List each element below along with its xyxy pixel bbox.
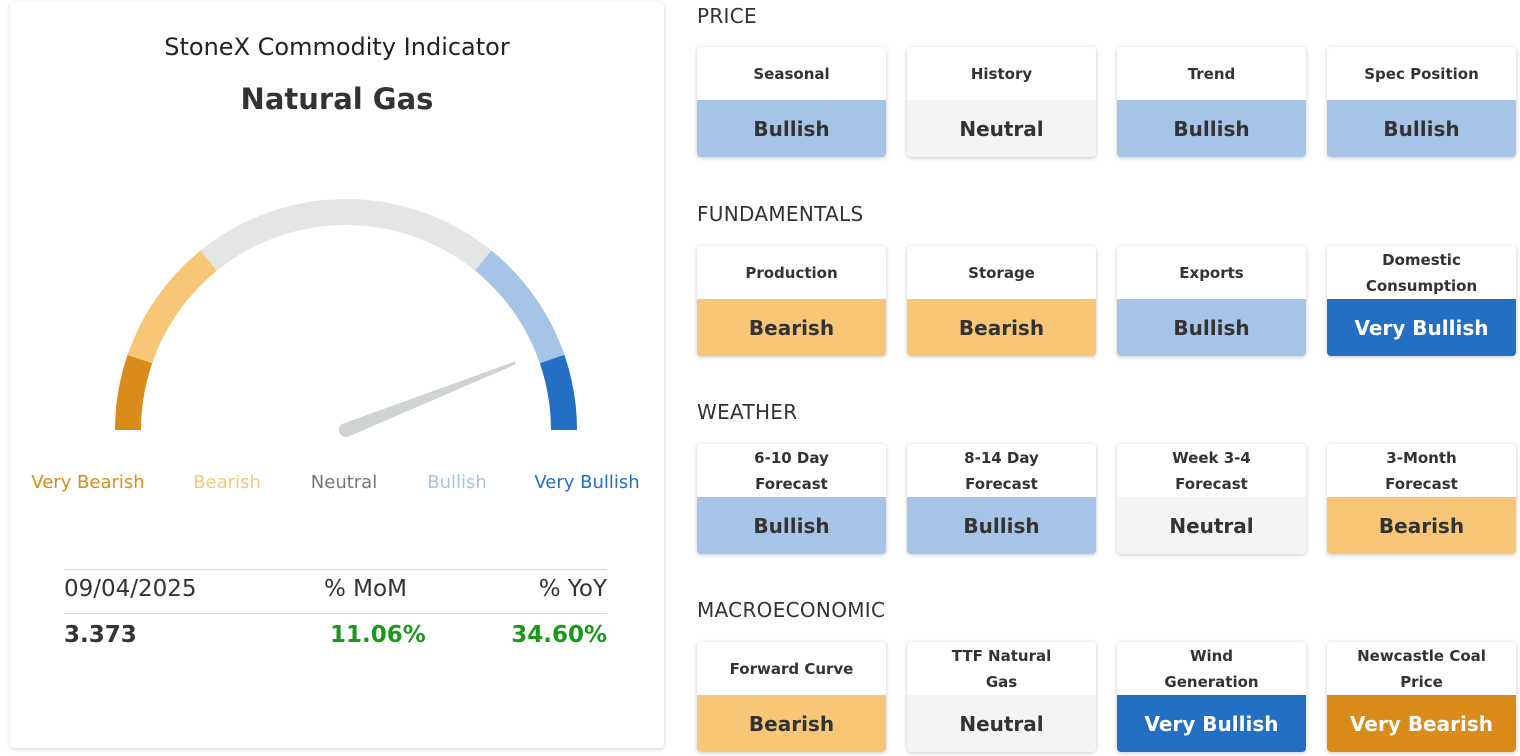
tile-exports: Exports Bullish [1117, 246, 1306, 356]
tile-8-14-day-forecast: 8-14 Day Forecast Bullish [907, 444, 1096, 554]
tile-trend: Trend Bullish [1117, 47, 1306, 157]
tile-status: Bullish [1117, 100, 1306, 157]
section-title: FUNDAMENTALS [697, 202, 864, 226]
stats-yoy-label: % YoY [538, 576, 607, 602]
gauge-segment-very-bullish [539, 354, 577, 431]
stats-top-divider [64, 569, 607, 570]
tile-label: Domestic Consumption [1365, 250, 1478, 295]
tile-forward-curve: Forward Curve Bearish [697, 642, 886, 752]
stats-mid-divider [64, 613, 607, 614]
tile-label: 3-Month Forecast [1385, 448, 1458, 493]
tile-status: Very Bullish [1327, 299, 1516, 356]
tile-storage: Storage Bearish [907, 246, 1096, 356]
legend-neutral: Neutral [310, 472, 378, 493]
tile-week-3-4-forecast: Week 3-4 Forecast Neutral [1117, 444, 1306, 554]
gauge-segment-neutral [200, 199, 492, 271]
section-title: PRICE [697, 4, 757, 28]
legend-bearish: Bearish [193, 472, 261, 493]
stats-date: 09/04/2025 [64, 576, 197, 602]
stats-mom-label: % MoM [324, 576, 407, 602]
section-title: WEATHER [697, 400, 798, 424]
tile-label: Forward Curve [729, 659, 854, 678]
stats-yoy-value: 34.60% [511, 622, 607, 648]
tile-label: 6-10 Day Forecast [754, 448, 829, 493]
tile-domestic-consumption: Domestic Consumption Very Bullish [1327, 246, 1516, 356]
tile-ttf-natural-gas: TTF Natural Gas Neutral [907, 642, 1096, 752]
stats-price: 3.373 [64, 622, 137, 648]
tile-status: Bearish [697, 695, 886, 752]
tile-status: Bearish [697, 299, 886, 356]
indicator-card: StoneX Commodity Indicator Natural Gas V… [10, 2, 664, 748]
tile-label: Week 3-4 Forecast [1172, 448, 1251, 493]
tile-label: Exports [1179, 263, 1244, 282]
tile-label: Spec Position [1364, 64, 1479, 83]
tile-status: Bullish [1117, 299, 1306, 356]
tile-seasonal: Seasonal Bullish [697, 47, 886, 157]
tile-production: Production Bearish [697, 246, 886, 356]
tile-status: Very Bullish [1117, 695, 1306, 752]
tile-label: Newcastle Coal Price [1357, 646, 1486, 691]
tile-status: Bullish [697, 497, 886, 554]
tile-label: Storage [968, 263, 1035, 282]
gauge-needle [339, 361, 516, 437]
tile-6-10-day-forecast: 6-10 Day Forecast Bullish [697, 444, 886, 554]
tile-status: Very Bearish [1327, 695, 1516, 752]
tile-status: Bearish [1327, 497, 1516, 554]
stats-mom-value: 11.06% [330, 622, 426, 648]
legend-bullish: Bullish [427, 472, 487, 493]
tile-label: Wind Generation [1164, 646, 1259, 691]
tile-label: Production [745, 263, 838, 282]
tile-status: Neutral [1117, 497, 1306, 554]
tile-status: Bearish [907, 299, 1096, 356]
gauge-segment-bearish [127, 250, 218, 364]
tile-wind-generation: Wind Generation Very Bullish [1117, 642, 1306, 752]
legend-very-bearish: Very Bearish [31, 472, 145, 493]
tile-spec-position: Spec Position Bullish [1327, 47, 1516, 157]
gauge-segment-bullish [474, 250, 565, 364]
tile-label: TTF Natural Gas [951, 646, 1052, 691]
sentiment-gauge [115, 199, 577, 437]
tile-label: 8-14 Day Forecast [964, 448, 1039, 493]
tile-status: Bullish [907, 497, 1096, 554]
tile-status: Bullish [697, 100, 886, 157]
tile-newcastle-coal-price: Newcastle Coal Price Very Bearish [1327, 642, 1516, 752]
tile-status: Neutral [907, 100, 1096, 157]
tile-3-month-forecast: 3-Month Forecast Bearish [1327, 444, 1516, 554]
tile-status: Bullish [1327, 100, 1516, 157]
tile-label: Trend [1187, 64, 1236, 83]
tile-history: History Neutral [907, 47, 1096, 157]
tile-status: Neutral [907, 695, 1096, 752]
tile-label: Seasonal [753, 64, 830, 83]
section-title: MACROECONOMIC [697, 598, 886, 622]
legend-very-bullish: Very Bullish [534, 472, 640, 493]
tile-label: History [970, 64, 1033, 83]
gauge-segment-very-bearish [115, 354, 153, 431]
